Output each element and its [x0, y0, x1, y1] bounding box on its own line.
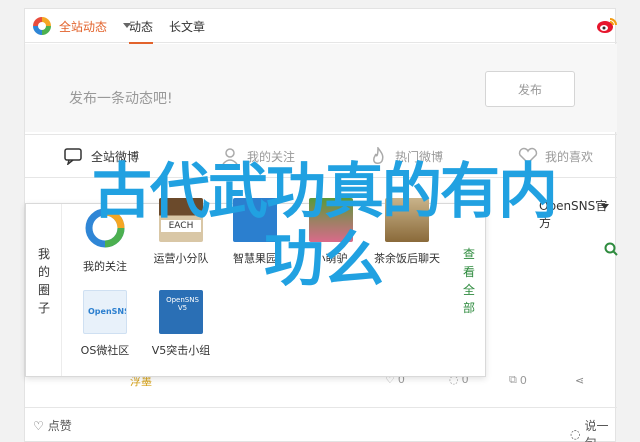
- my-circle-label: 我的圈子: [37, 247, 50, 315]
- circle-tile[interactable]: 茶余饭后聊天: [364, 198, 450, 266]
- like-button[interactable]: ♡ 点赞: [33, 417, 72, 434]
- circle-tile[interactable]: OpenSNS OS微社区: [62, 290, 148, 358]
- person-icon: [222, 148, 238, 165]
- circle-thumbnail: [83, 206, 127, 250]
- pinwheel-icon: [33, 17, 51, 35]
- circle-tile[interactable]: 我的关注: [62, 206, 148, 274]
- filter-following[interactable]: 我的关注: [219, 147, 295, 165]
- filter-label: 全站微博: [91, 149, 140, 164]
- circle-label: 小萌驴: [314, 252, 348, 265]
- circle-thumbnail: OpenSNS V5: [159, 290, 203, 334]
- topbar: 全站动态 动态 长文章: [25, 9, 618, 44]
- caret-down-icon[interactable]: [601, 204, 609, 209]
- filter-bar: 全站微博 我的关注 热门微博 我的喜欢: [25, 134, 617, 178]
- bottom-actions: ♡ 点赞 ◌ 说一句: [25, 407, 617, 442]
- circle-popup: 我的圈子 查看全部 我的关注 EACH 运营小分队 智慧果园 小萌驴 茶余饭后聊…: [25, 198, 486, 377]
- speech-bubble-icon: [64, 148, 82, 165]
- heart-icon: [518, 147, 538, 165]
- circle-thumbnail: OpenSNS: [83, 290, 127, 334]
- repost-icon: ⧉: [509, 373, 517, 386]
- circle-label: 智慧果园: [233, 252, 277, 265]
- feed-reposts[interactable]: ⧉ 0: [509, 373, 527, 387]
- like-label: 点赞: [47, 419, 72, 433]
- reposts-count: 0: [519, 373, 527, 387]
- search-icon[interactable]: [604, 242, 618, 256]
- filter-likes[interactable]: 我的喜欢: [517, 147, 593, 165]
- circle-thumbnail: [385, 198, 429, 242]
- view-all-link[interactable]: 查看全部: [462, 245, 476, 317]
- post-button[interactable]: 发布: [485, 71, 575, 107]
- tab-articles[interactable]: 长文章: [169, 18, 205, 35]
- site-dropdown[interactable]: 全站动态: [59, 18, 107, 35]
- comment-label: 说一句: [584, 419, 609, 442]
- filter-label: 我的喜欢: [545, 149, 594, 164]
- popup-sidebar: 我的圈子: [26, 204, 62, 376]
- tab-activity[interactable]: 动态: [129, 18, 154, 44]
- circle-label: 我的关注: [83, 260, 127, 273]
- compose-input[interactable]: 发布一条动态吧!: [69, 88, 173, 108]
- comment-icon: ◌: [570, 427, 581, 441]
- circle-tile[interactable]: 小萌驴: [288, 198, 374, 266]
- heart-icon: ♡: [33, 418, 44, 433]
- filter-all-weibo[interactable]: 全站微博: [63, 147, 139, 165]
- flame-icon: [373, 147, 384, 164]
- filter-label: 热门微博: [395, 149, 444, 164]
- circle-thumbnail: [309, 198, 353, 242]
- circle-tile[interactable]: OpenSNS V5 V5突击小组: [138, 290, 224, 358]
- filter-hot[interactable]: 热门微博: [367, 147, 443, 165]
- circle-thumbnail: EACH: [159, 198, 203, 242]
- share-icon[interactable]: ⋖: [575, 374, 584, 387]
- circle-tile[interactable]: 智慧果园: [212, 198, 298, 266]
- compose-area: 发布一条动态吧! 发布: [25, 44, 617, 132]
- circle-label: V5突击小组: [151, 344, 211, 357]
- circle-thumbnail: [233, 198, 277, 242]
- comment-button[interactable]: ◌ 说一句: [570, 417, 617, 442]
- circle-label: OS微社区: [80, 344, 130, 357]
- weibo-icon[interactable]: [596, 16, 618, 34]
- opensns-official-link[interactable]: OpenSNS官方: [539, 197, 615, 231]
- circle-label: 茶余饭后聊天: [374, 252, 440, 265]
- filter-label: 我的关注: [247, 149, 296, 164]
